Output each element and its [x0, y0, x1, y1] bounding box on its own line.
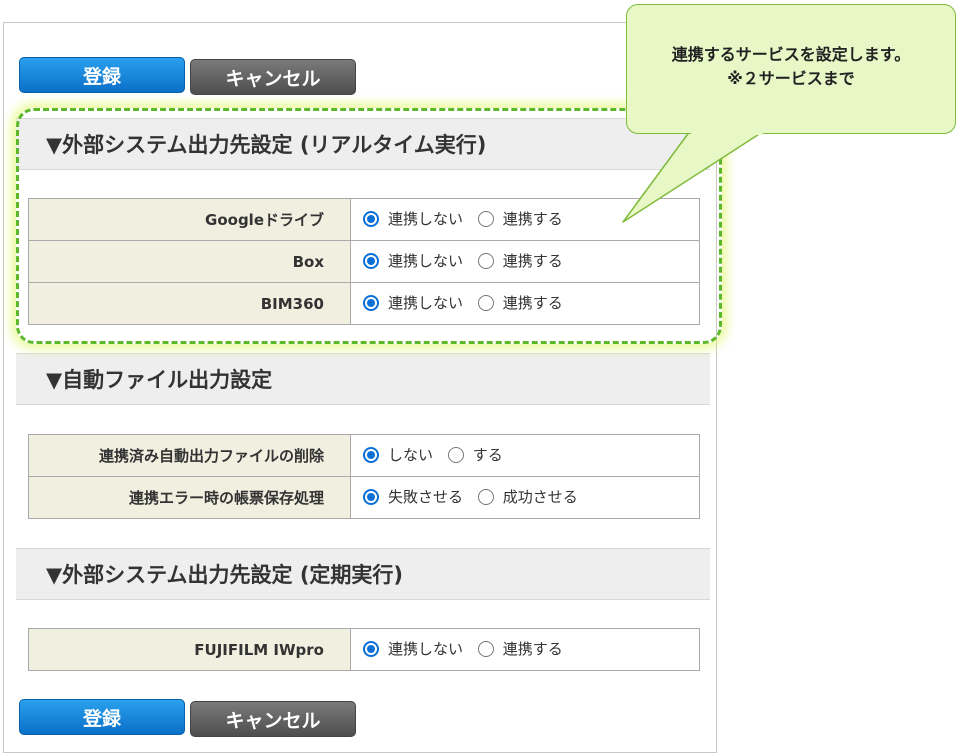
table-row: 連携エラー時の帳票保存処理 失敗させる 成功させる: [28, 476, 700, 519]
row-label-iwpro: FUJIFILM IWpro: [28, 628, 351, 671]
option-label: 連携しない: [388, 640, 464, 659]
radio-option-disable[interactable]: 連携しない: [363, 292, 463, 313]
radio-unchecked-icon[interactable]: [477, 640, 494, 657]
option-label: 連携しない: [388, 210, 464, 229]
radio-group-error-handling: 失敗させる 成功させる: [350, 476, 700, 519]
cancel-button-top[interactable]: キャンセル: [190, 59, 356, 95]
radio-option-enable[interactable]: 連携する: [477, 250, 563, 271]
option-label: 連携する: [502, 252, 563, 271]
option-label: 連携する: [502, 210, 563, 229]
radio-group-delete-files: しない する: [350, 434, 700, 477]
row-label-box: Box: [28, 240, 351, 283]
radio-option-enable[interactable]: 連携する: [477, 292, 563, 313]
auto-file-output-table: 連携済み自動出力ファイルの削除 しない する 連携エラー時の帳票保存処理 失敗さ…: [28, 434, 700, 519]
external-realtime-table: Googleドライブ 連携しない 連携する Box 連携しない 連携する BIM…: [28, 198, 700, 325]
radio-checked-icon[interactable]: [363, 252, 379, 269]
radio-option-enable[interactable]: 連携する: [477, 638, 563, 659]
row-label-bim360: BIM360: [28, 282, 351, 325]
radio-checked-icon[interactable]: [363, 488, 379, 505]
radio-checked-icon[interactable]: [363, 640, 379, 657]
row-label-error-handling: 連携エラー時の帳票保存処理: [28, 476, 351, 519]
radio-group-iwpro: 連携しない 連携する: [350, 628, 700, 671]
section-title-external-realtime: ▼外部システム出力先設定 (リアルタイム実行): [16, 118, 710, 170]
radio-option-fail[interactable]: 失敗させる: [363, 486, 463, 507]
radio-unchecked-icon[interactable]: [447, 446, 464, 463]
radio-option-no[interactable]: しない: [363, 444, 433, 465]
table-row: BIM360 連携しない 連携する: [28, 282, 700, 325]
table-row: 連携済み自動出力ファイルの削除 しない する: [28, 434, 700, 477]
radio-group-google-drive: 連携しない 連携する: [350, 198, 700, 241]
radio-group-box: 連携しない 連携する: [350, 240, 700, 283]
annotation-callout: 連携するサービスを設定します。 ※２サービスまで: [626, 4, 956, 134]
option-label: 成功させる: [502, 488, 578, 507]
row-label-google-drive: Googleドライブ: [28, 198, 351, 241]
radio-unchecked-icon[interactable]: [477, 488, 494, 505]
option-label: する: [472, 446, 503, 465]
option-label: 連携する: [502, 640, 563, 659]
radio-option-succeed[interactable]: 成功させる: [477, 486, 578, 507]
row-label-delete-files: 連携済み自動出力ファイルの削除: [28, 434, 351, 477]
radio-unchecked-icon[interactable]: [477, 252, 494, 269]
radio-checked-icon[interactable]: [363, 294, 379, 311]
option-label: 連携しない: [388, 252, 464, 271]
radio-group-bim360: 連携しない 連携する: [350, 282, 700, 325]
option-label: 連携しない: [388, 294, 464, 313]
radio-option-yes[interactable]: する: [447, 444, 503, 465]
radio-unchecked-icon[interactable]: [477, 210, 494, 227]
radio-checked-icon[interactable]: [363, 446, 379, 463]
option-label: 連携する: [502, 294, 563, 313]
register-button-top[interactable]: 登録: [19, 57, 185, 93]
table-row: FUJIFILM IWpro 連携しない 連携する: [28, 628, 700, 671]
option-label: 失敗させる: [388, 488, 464, 507]
callout-line-2: ※２サービスまで: [727, 69, 855, 88]
radio-option-enable[interactable]: 連携する: [477, 208, 563, 229]
radio-option-disable[interactable]: 連携しない: [363, 208, 463, 229]
section-title-external-scheduled: ▼外部システム出力先設定 (定期実行): [16, 548, 710, 600]
callout-line-1: 連携するサービスを設定します。: [671, 45, 911, 64]
table-row: Box 連携しない 連携する: [28, 240, 700, 283]
radio-checked-icon[interactable]: [363, 210, 379, 227]
radio-option-disable[interactable]: 連携しない: [363, 638, 463, 659]
radio-option-disable[interactable]: 連携しない: [363, 250, 463, 271]
cancel-button-bottom[interactable]: キャンセル: [190, 701, 356, 737]
radio-unchecked-icon[interactable]: [477, 294, 494, 311]
option-label: しない: [388, 446, 434, 465]
section-title-auto-file-output: ▼自動ファイル出力設定: [16, 353, 710, 405]
register-button-bottom[interactable]: 登録: [19, 699, 185, 735]
external-scheduled-table: FUJIFILM IWpro 連携しない 連携する: [28, 628, 700, 671]
table-row: Googleドライブ 連携しない 連携する: [28, 198, 700, 241]
